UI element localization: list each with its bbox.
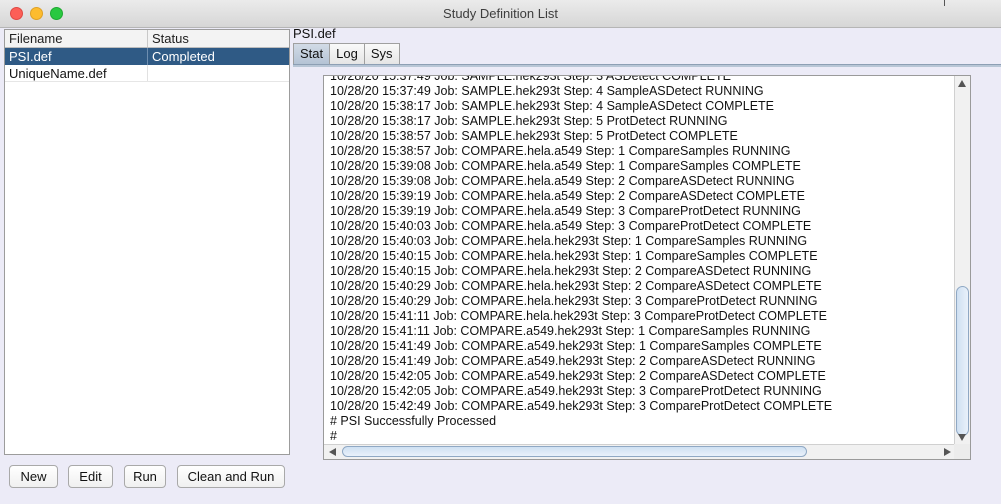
tab-sys[interactable]: Sys — [363, 43, 400, 65]
background-edge — [944, 0, 945, 6]
new-button[interactable]: New — [9, 465, 58, 488]
horizontal-scroll-thumb[interactable] — [342, 446, 807, 457]
log-line: 10/28/20 15:42:49 Job: COMPARE.a549.hek2… — [330, 399, 833, 413]
log-line: 10/28/20 15:41:11 Job: COMPARE.hela.hek2… — [330, 309, 828, 323]
log-line: 10/28/20 15:41:49 Job: COMPARE.a549.hek2… — [330, 339, 822, 353]
detail-title: PSI.def — [293, 26, 336, 41]
log-line: 10/28/20 15:37:49 Job: SAMPLE.hek293t St… — [330, 75, 731, 83]
log-line: 10/28/20 15:39:19 Job: COMPARE.hela.a549… — [330, 204, 801, 218]
log-line: 10/28/20 15:39:08 Job: COMPARE.hela.a549… — [330, 159, 801, 173]
row-status: Completed — [152, 49, 215, 64]
vertical-scrollbar[interactable] — [954, 76, 970, 445]
run-button[interactable]: Run — [124, 465, 166, 488]
detail-tabs: Stat Log Sys — [293, 43, 400, 65]
column-header-status[interactable]: Status — [148, 30, 289, 47]
edit-button[interactable]: Edit — [68, 465, 113, 488]
log-line: 10/28/20 15:42:05 Job: COMPARE.a549.hek2… — [330, 369, 826, 383]
column-header-filename[interactable]: Filename — [5, 30, 148, 47]
scroll-up-arrow-icon[interactable] — [958, 80, 966, 87]
log-line: 10/28/20 15:40:15 Job: COMPARE.hela.hek2… — [330, 249, 818, 263]
log-line: 10/28/20 15:39:08 Job: COMPARE.hela.a549… — [330, 174, 795, 188]
log-line: 10/28/20 15:40:15 Job: COMPARE.hela.hek2… — [330, 264, 812, 278]
log-line: 10/28/20 15:41:11 Job: COMPARE.a549.hek2… — [330, 324, 811, 338]
study-file-table: Filename Status PSI.def Completed Unique… — [4, 29, 290, 455]
log-line: # — [330, 429, 337, 443]
log-line: 10/28/20 15:40:03 Job: COMPARE.hela.hek2… — [330, 234, 808, 248]
log-line: # PSI Successfully Processed — [330, 414, 497, 428]
title-bar: Study Definition List — [0, 0, 1001, 28]
status-output-area[interactable]: 10/28/20 15:37:49 Job: SAMPLE.hek293t St… — [323, 75, 971, 460]
clean-and-run-button[interactable]: Clean and Run — [177, 465, 285, 488]
log-line: 10/28/20 15:37:49 Job: SAMPLE.hek293t St… — [330, 84, 764, 98]
table-row[interactable]: PSI.def Completed — [5, 48, 289, 65]
table-header: Filename Status — [5, 30, 289, 48]
log-line: 10/28/20 15:38:57 Job: COMPARE.hela.a549… — [330, 144, 791, 158]
tab-divider — [293, 64, 1001, 67]
log-line: 10/28/20 15:41:49 Job: COMPARE.a549.hek2… — [330, 354, 816, 368]
vertical-scroll-thumb[interactable] — [956, 286, 969, 436]
row-status — [148, 65, 289, 81]
log-line: 10/28/20 15:40:29 Job: COMPARE.hela.hek2… — [330, 279, 822, 293]
scrollbar-corner — [954, 444, 970, 459]
tab-stat[interactable]: Stat — [293, 43, 331, 65]
row-filename: PSI.def — [5, 48, 148, 65]
scroll-left-arrow-icon[interactable] — [329, 448, 336, 456]
status-log-text: 10/28/20 15:37:49 Job: SAMPLE.hek293t St… — [330, 75, 950, 444]
log-line: 10/28/20 15:40:29 Job: COMPARE.hela.hek2… — [330, 294, 818, 308]
table-row[interactable]: UniqueName.def — [5, 65, 289, 82]
horizontal-scrollbar[interactable] — [324, 444, 956, 459]
tab-log[interactable]: Log — [329, 43, 365, 65]
log-line: 10/28/20 15:39:19 Job: COMPARE.hela.a549… — [330, 189, 806, 203]
window-title: Study Definition List — [443, 6, 558, 21]
log-line: 10/28/20 15:40:03 Job: COMPARE.hela.a549… — [330, 219, 812, 233]
log-line: 10/28/20 15:38:17 Job: SAMPLE.hek293t St… — [330, 99, 775, 113]
log-line: 10/28/20 15:38:17 Job: SAMPLE.hek293t St… — [330, 114, 728, 128]
scroll-right-arrow-icon[interactable] — [944, 448, 951, 456]
log-line: 10/28/20 15:42:05 Job: COMPARE.a549.hek2… — [330, 384, 822, 398]
scroll-down-arrow-icon[interactable] — [958, 434, 966, 441]
row-filename: UniqueName.def — [5, 65, 148, 81]
log-line: 10/28/20 15:38:57 Job: SAMPLE.hek293t St… — [330, 129, 738, 143]
